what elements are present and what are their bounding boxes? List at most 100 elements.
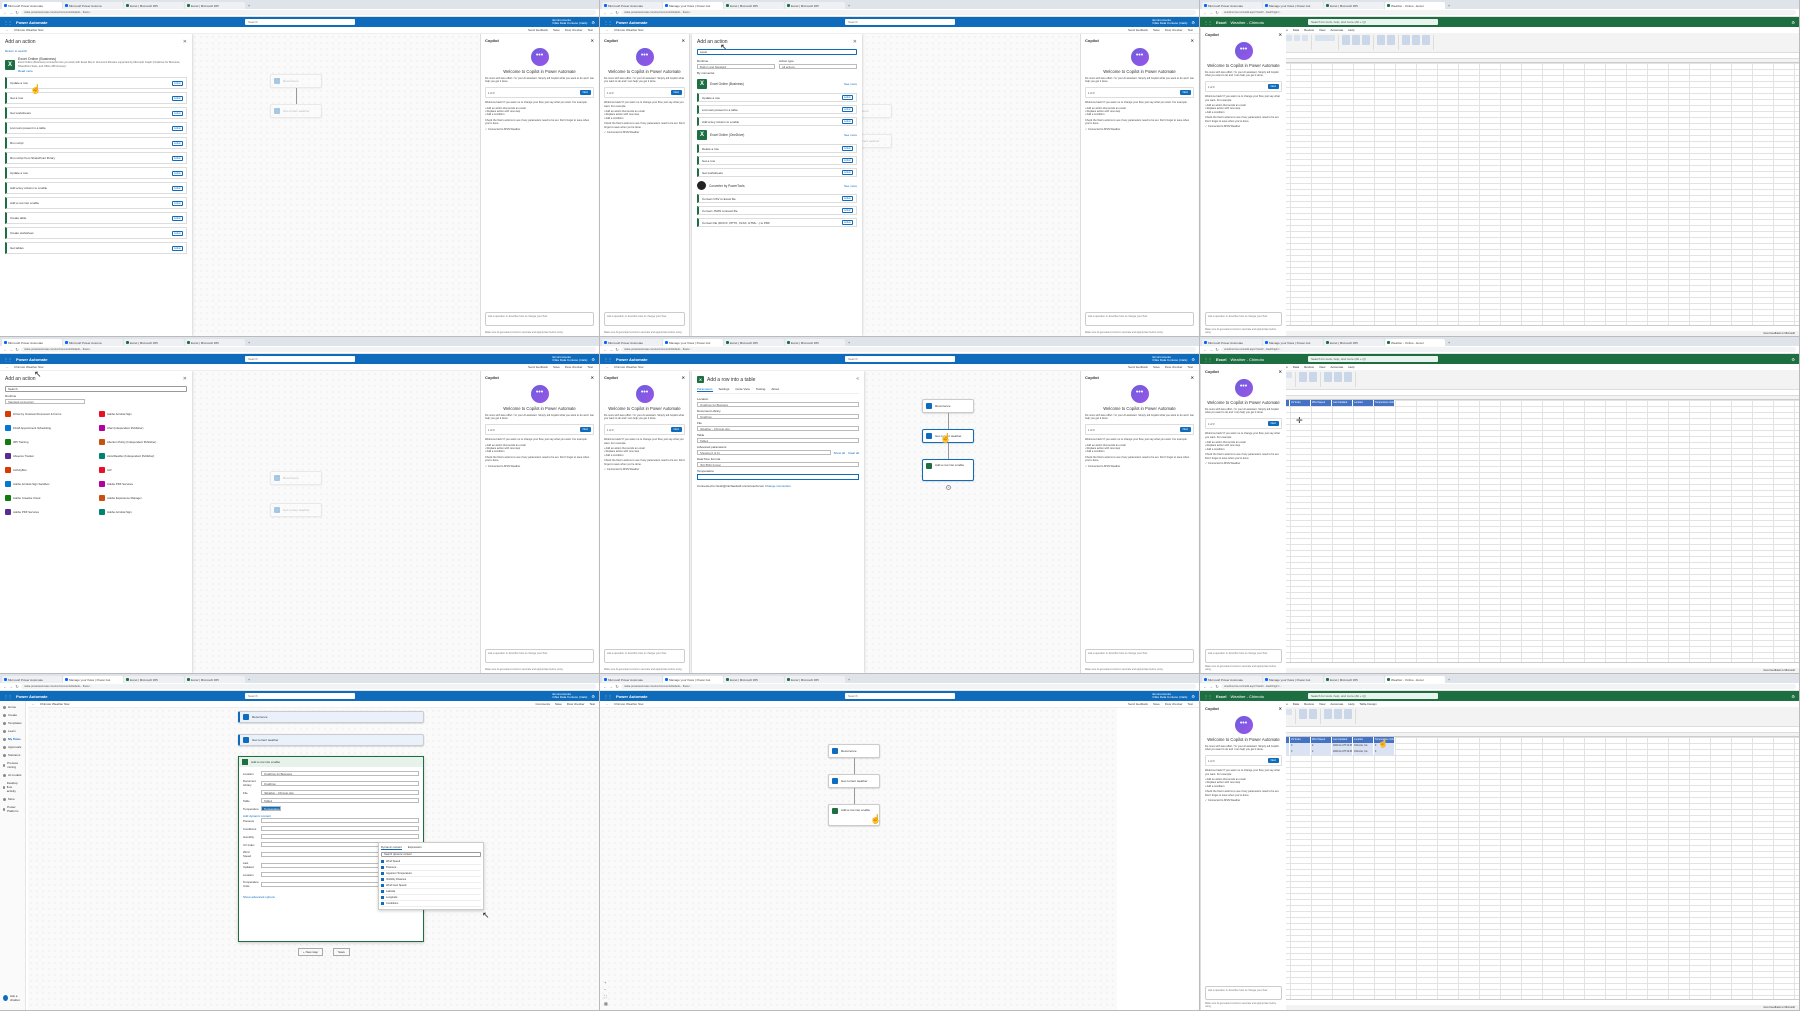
ribbon-tab[interactable]: Help [1348, 28, 1354, 32]
panel-tab[interactable]: Testing [756, 387, 766, 392]
field-input[interactable]: Temperature [261, 806, 281, 811]
copilot-input[interactable]: Ask a question or describe how to change… [604, 312, 685, 326]
browser-tab[interactable]: Weather - Online - Excel [1385, 676, 1445, 683]
panel-tab[interactable]: Parameters [697, 387, 713, 392]
browser-tab[interactable]: Excel | Microsoft 365 [1324, 676, 1384, 683]
flow-node-weather[interactable]: Get current weather [270, 503, 322, 517]
waffle-icon[interactable]: ⋮⋮ [604, 694, 612, 699]
connector-item[interactable]: AccuWeather (Independent Publisher) [99, 451, 187, 461]
dynamic-search-input[interactable]: Search dynamic content [381, 852, 481, 857]
dynamic-item[interactable]: Conditions [381, 901, 481, 907]
browser-tab[interactable]: Excel | Microsoft 365 [724, 339, 784, 346]
forward-arrow-icon[interactable]: → [1209, 347, 1213, 352]
header-cell[interactable]: UV Index [1290, 400, 1311, 406]
search-result-item[interactable]: Get worksheets Action [697, 168, 857, 177]
connector-item[interactable]: Adobe PDF Services [99, 479, 187, 489]
close-icon[interactable]: ✕ [1191, 375, 1194, 380]
browser-tab[interactable]: Microsoft Power Automate [2, 339, 62, 346]
gear-icon[interactable]: ⚙ [591, 694, 595, 699]
reload-icon[interactable]: ↻ [1215, 10, 1219, 15]
back-button[interactable]: ← [6, 365, 9, 369]
close-icon[interactable]: ✕ [1279, 32, 1282, 37]
reload-icon[interactable]: ↻ [1215, 347, 1219, 352]
test-button[interactable]: Test [1187, 365, 1193, 369]
ribbon-tab[interactable]: Review [1304, 365, 1314, 369]
browser-tab[interactable]: Microsoft Power Automate [602, 339, 662, 346]
copilot-input[interactable]: Ask a question or describe how to change… [1205, 312, 1282, 326]
gear-icon[interactable]: ⚙ [1191, 357, 1195, 362]
table-cell[interactable]: F [1374, 749, 1395, 755]
search-result-item[interactable]: Get a row Action [697, 156, 857, 165]
url-field[interactable]: make.powerautomate.com/environments/Defa… [21, 10, 596, 15]
close-icon[interactable]: ✕ [183, 39, 187, 45]
connector-item[interactable]: Adobe Acrobat Sign [99, 409, 187, 419]
ribbon-tab[interactable]: Data [1293, 28, 1299, 32]
next-button[interactable]: Next [670, 426, 682, 432]
nav-item[interactable]: Desktop flow activity [3, 781, 22, 793]
action-item[interactable]: Update a row Action [5, 167, 187, 179]
browser-tab[interactable]: Microsoft Power Automate [2, 2, 62, 9]
test-button[interactable]: Test [587, 28, 593, 32]
waffle-icon[interactable]: ⋮⋮ [604, 20, 612, 25]
ribbon-tab[interactable]: Automate [1330, 28, 1343, 32]
ribbon-tab[interactable]: View [1319, 365, 1325, 369]
back-arrow-icon[interactable]: ← [603, 347, 607, 352]
close-icon[interactable]: ✕ [853, 39, 857, 45]
runtime-dropdown[interactable]: Standard connectors [5, 399, 85, 404]
back-arrow-icon[interactable]: ← [1203, 684, 1207, 689]
gear-icon[interactable]: ⚙ [1791, 694, 1795, 699]
search-result-item[interactable]: Update a row Action [697, 93, 857, 102]
next-button[interactable]: Next [1179, 89, 1191, 95]
action-item[interactable]: Run script Action [5, 137, 187, 149]
connector-item[interactable]: Adobe PDF Services [5, 507, 93, 517]
advanced-dropdown[interactable]: Showing 0 of 11 [697, 450, 831, 455]
flow-node-recurrence[interactable]: Recurrence [922, 399, 974, 413]
copilot-input[interactable]: Ask a question or describe how to change… [485, 649, 594, 663]
browser-tab[interactable]: Weather - Online - Excel [1385, 339, 1445, 346]
next-button[interactable]: Next [1179, 426, 1191, 432]
minimap-icon[interactable]: ▦ [604, 1001, 608, 1006]
next-button[interactable]: Next [579, 426, 591, 432]
forward-arrow-icon[interactable]: → [1209, 684, 1213, 689]
environment[interactable]: Environments ICEs Data Contoso (trials) [1153, 355, 1188, 363]
environment[interactable]: Environments ICEs Data Contoso (trials) [1153, 692, 1188, 700]
waffle-icon[interactable]: ⋮⋮ [4, 357, 12, 362]
back-arrow-icon[interactable]: ← [603, 10, 607, 15]
step-recurrence[interactable]: Recurrence [238, 711, 424, 723]
ribbon-tab[interactable]: Help [1348, 702, 1354, 706]
close-icon[interactable]: ✕ [183, 376, 187, 382]
browser-tab[interactable]: Manage your flows | Power Aut [1263, 2, 1323, 9]
fit-view-icon[interactable]: ⛶ [604, 994, 608, 999]
runtime-dropdown[interactable]: Built-in and Standard [697, 64, 775, 69]
back-arrow-icon[interactable]: ← [3, 347, 7, 352]
connector-item[interactable]: Aha! (Independent Publisher) [99, 423, 187, 433]
reload-icon[interactable]: ↻ [15, 10, 19, 15]
excel-search-input[interactable]: Search for tools, help, and more (Alt + … [1307, 356, 1438, 362]
copilot-input[interactable]: Ask a question or describe how to change… [1085, 649, 1194, 663]
back-button[interactable]: ← [606, 28, 609, 32]
add-step-plus-icon[interactable]: + [946, 485, 951, 490]
url-field[interactable]: make.powerautomate.com/environments/Defa… [621, 347, 1196, 352]
zoom-out-icon[interactable]: − [604, 987, 608, 992]
environment[interactable]: Environments ICEs Data Contoso (trials) [553, 18, 588, 26]
connector-item[interactable]: ActivityBox [5, 465, 93, 475]
location-dropdown[interactable]: OneDrive for Business [697, 402, 859, 407]
browser-tab[interactable]: Manage your flows | Power Aut [1263, 339, 1323, 346]
action-item[interactable]: Create table Action [5, 212, 187, 224]
save-button[interactable]: Save [555, 702, 562, 706]
nav-item[interactable]: Process mining [3, 761, 22, 769]
flow-node-recurrence[interactable]: Recurrence [270, 471, 322, 485]
nav-item[interactable]: AI models [3, 773, 22, 777]
save-button[interactable]: Save [1153, 28, 1160, 32]
ribbon-tab[interactable]: Help [1348, 365, 1354, 369]
sheet-grid[interactable]: ✛ [1200, 59, 1799, 325]
chatbot-button[interactable]: Ask a chatbot [3, 994, 25, 1002]
by-connector-toggle[interactable]: By connector [697, 71, 857, 75]
connector-search-input[interactable]: Search [5, 386, 187, 392]
back-arrow-icon[interactable]: ← [1203, 10, 1207, 15]
forward-arrow-icon[interactable]: → [1209, 10, 1213, 15]
new-tab-button[interactable]: + [1446, 339, 1452, 346]
search-input[interactable]: Search [844, 356, 955, 362]
browser-tab[interactable]: Excel | Microsoft 365 [124, 339, 184, 346]
header-cell[interactable]: Temperature Units [1374, 400, 1395, 406]
